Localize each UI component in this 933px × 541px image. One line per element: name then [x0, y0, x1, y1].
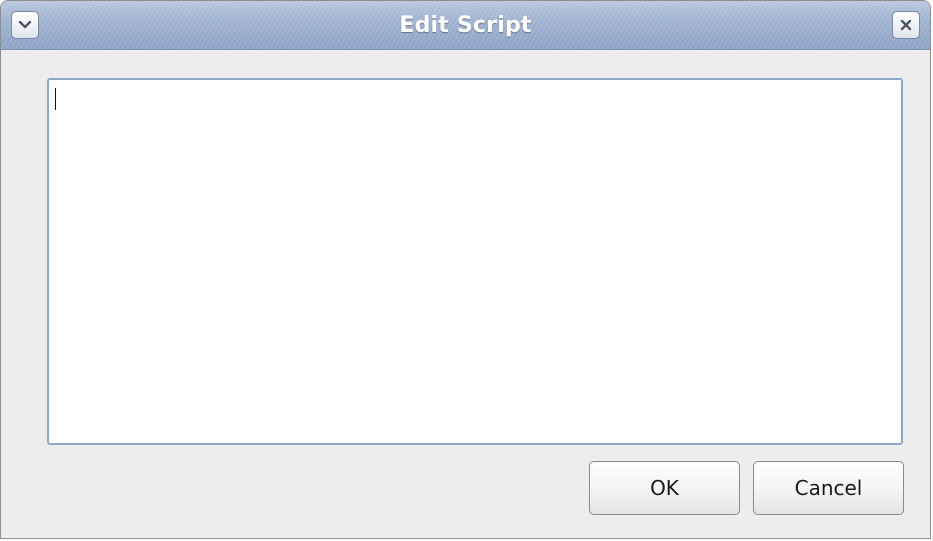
ok-button[interactable]: OK — [589, 461, 740, 515]
close-button[interactable] — [892, 11, 920, 39]
text-caret — [55, 88, 56, 110]
titlebar[interactable]: Edit Script — [1, 1, 930, 50]
close-icon — [900, 19, 912, 31]
script-text-area[interactable] — [47, 78, 903, 445]
window-title: Edit Script — [399, 13, 532, 38]
cancel-button[interactable]: Cancel — [753, 461, 904, 515]
edit-script-dialog: Edit Script OK Cancel — [0, 0, 931, 539]
